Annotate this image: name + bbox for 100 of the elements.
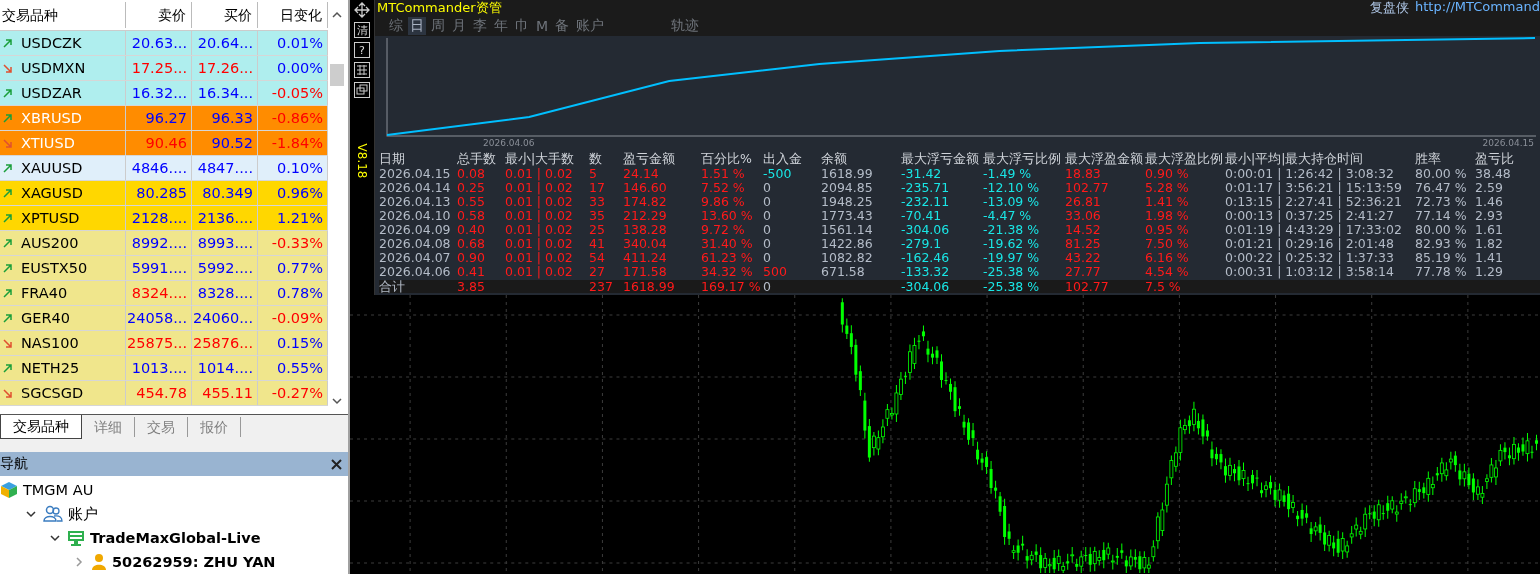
symbol-name: XPTUSD — [21, 210, 80, 226]
symbol-row[interactable]: AUS200 8992.... 8993.... -0.33% — [0, 231, 328, 256]
bid-price: 8992.... — [126, 231, 192, 255]
column-header: 余额 — [821, 150, 848, 167]
period-tab[interactable]: 备 — [553, 17, 572, 35]
column-header: 日期 — [379, 150, 406, 167]
symbol-row[interactable]: XBRUSD 96.27 96.33 -0.86% — [0, 106, 328, 131]
table-cell-text: 2026.04.09 — [379, 223, 452, 237]
period-tab[interactable]: 周 — [429, 17, 447, 35]
table-cell-text: 54 — [589, 251, 606, 265]
table-cell-text: 6.16 % — [1145, 251, 1190, 265]
trail-tab[interactable]: 轨迹 — [669, 17, 702, 35]
tree-item[interactable]: 账户 — [68, 504, 98, 524]
table-cell-text: 27 — [589, 265, 606, 279]
period-tab[interactable]: 年 — [492, 17, 510, 35]
table-cell-text: 102.77 — [1065, 181, 1110, 195]
symbol-row[interactable]: USDMXN 17.25... 17.26... 0.00% — [0, 56, 328, 81]
panel-tab[interactable]: 交易品种 — [0, 415, 82, 440]
symbol-row[interactable]: NETH25 1013.... 1014.... 0.55% — [0, 356, 328, 381]
column-header[interactable]: 交易品种 — [0, 2, 126, 28]
tree-item[interactable]: 50262959: ZHU YAN — [112, 554, 276, 570]
panel-tab[interactable]: 报价 — [188, 417, 241, 438]
period-tab[interactable]: M — [534, 18, 551, 34]
grid-icon[interactable] — [354, 62, 370, 78]
table-cell-text: -21.38 % — [983, 223, 1041, 237]
bid-price: 17.25... — [126, 56, 192, 80]
author-label: 复盘侠 — [1369, 0, 1409, 17]
table-cell-text: 212.29 — [623, 209, 668, 223]
bid-price: 16.32... — [126, 81, 192, 105]
move-icon[interactable] — [354, 2, 370, 18]
scroll-up-icon[interactable] — [331, 10, 343, 20]
ask-price: 8328.... — [192, 281, 258, 305]
symbol-row[interactable]: NAS100 25875... 25876... 0.15% — [0, 331, 328, 356]
table-cell-text: 18.83 — [1065, 167, 1102, 181]
symbol-row[interactable]: FRA40 8324.... 8328.... 0.78% — [0, 281, 328, 306]
symbol-row[interactable]: SGCSGD 454.78 455.11 -0.27% — [0, 381, 328, 406]
bid-price: 4846.... — [126, 156, 192, 180]
column-header: 最大浮盈比例 — [1145, 150, 1224, 167]
period-tab[interactable]: 账户 — [574, 17, 607, 35]
table-cell-text: 2026.04.15 — [379, 167, 452, 181]
period-tab[interactable]: 李 — [471, 17, 489, 35]
table-cell-text: 34.32 % — [701, 265, 754, 279]
scrollbar-thumb[interactable] — [330, 64, 344, 86]
symbol-name: NETH25 — [21, 360, 80, 376]
table-cell-text: 0:13:15 | 2:27:41 | 52:36:21 — [1225, 195, 1403, 209]
tool-button[interactable]: 清 — [354, 22, 370, 38]
table-cell-text: 77.78 % — [1415, 265, 1468, 279]
table-cell-text: 2026.04.08 — [379, 237, 452, 251]
symbol-row[interactable]: XAUUSD 4846.... 4847.... 0.10% — [0, 156, 328, 181]
period-tab[interactable]: 巾 — [513, 17, 531, 35]
table-cell-text: 41 — [589, 237, 606, 251]
table-cell-text: 5 — [589, 167, 598, 181]
tree-item[interactable]: TradeMaxGlobal-Live — [90, 530, 261, 546]
people-icon — [43, 505, 63, 523]
table-cell-text: 43.22 — [1065, 251, 1102, 265]
table-cell-text: 0 — [763, 237, 772, 251]
table-cell-text: -19.97 % — [983, 251, 1041, 265]
scroll-down-icon[interactable] — [331, 396, 343, 407]
bid-price: 90.46 — [126, 131, 192, 155]
table-cell-text: 340.04 — [623, 237, 668, 251]
window-icon[interactable] — [354, 82, 370, 98]
symbol-name: FRA40 — [21, 285, 68, 301]
ask-price: 80.349 — [192, 181, 258, 205]
symbol-row[interactable]: XPTUSD 2128.... 2136.... 1.21% — [0, 206, 328, 231]
bid-price: 25875... — [126, 331, 192, 355]
table-cell-text: -4.47 % — [983, 209, 1033, 223]
column-header: 盈亏金额 — [623, 150, 676, 167]
period-tab[interactable]: 日 — [408, 17, 426, 35]
symbol-row[interactable]: GER40 24058... 24060... -0.09% — [0, 306, 328, 331]
table-cell-text: 0:01:21 | 0:29:16 | 2:01:48 — [1225, 237, 1395, 251]
period-tab[interactable]: 月 — [450, 17, 468, 35]
panel-tab[interactable]: 交易 — [135, 417, 188, 438]
tree-item[interactable]: TMGM AU — [23, 482, 94, 498]
bid-price: 96.27 — [126, 106, 192, 130]
symbol-row[interactable]: USDZAR 16.32... 16.34... -0.05% — [0, 81, 328, 106]
table-cell-text: 9.72 % — [701, 223, 746, 237]
table-cell-text: 1.98 % — [1145, 209, 1190, 223]
tool-button[interactable]: ? — [354, 42, 370, 58]
ask-price: 90.52 — [192, 131, 258, 155]
website-link[interactable]: http://MTCommand — [1414, 0, 1540, 17]
column-header[interactable]: 买价 — [192, 2, 258, 28]
close-icon[interactable] — [331, 458, 342, 470]
table-cell-text: 0.01 | 0.02 — [505, 223, 574, 237]
table-cell-text: -232.11 — [901, 195, 951, 209]
table-cell-text: 1.51 % — [701, 167, 746, 181]
table-cell-text: 25 — [589, 223, 606, 237]
symbol-row[interactable]: XAGUSD 80.285 80.349 0.96% — [0, 181, 328, 206]
table-cell-text: 35 — [589, 209, 606, 223]
user-icon — [91, 553, 107, 571]
table-cell-text: 1773.43 — [821, 209, 874, 223]
symbol-row[interactable]: EUSTX50 5991.... 5992.... 0.77% — [0, 256, 328, 281]
symbol-row[interactable]: USDCZK 20.63... 20.64... 0.01% — [0, 31, 328, 56]
period-tab[interactable]: 综 — [387, 17, 405, 35]
total-cell-text: -25.38 % — [983, 280, 1041, 293]
table-cell-text: 0 — [763, 251, 772, 265]
table-cell-text: 1422.86 — [821, 237, 874, 251]
panel-tab[interactable]: 详细 — [82, 417, 135, 438]
symbol-row[interactable]: XTIUSD 90.46 90.52 -1.84% — [0, 131, 328, 156]
column-header[interactable]: 卖价 — [126, 2, 192, 28]
table-cell-text: 31.40 % — [701, 237, 754, 251]
